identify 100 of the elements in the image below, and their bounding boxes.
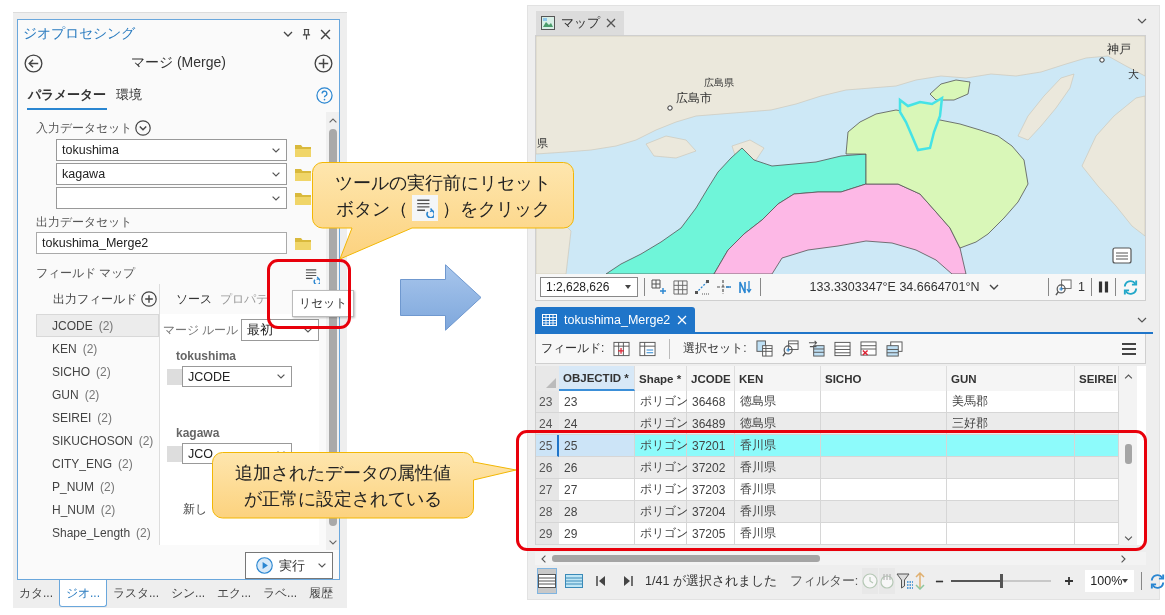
callout-text: ツールの実行前にリセット (335, 171, 551, 195)
tab[interactable]: カタ... (13, 580, 59, 607)
add-field-icon[interactable] (613, 340, 631, 357)
dataset-dropdown[interactable]: kagawa (56, 163, 287, 185)
refresh-icon[interactable] (1149, 572, 1165, 590)
close-icon[interactable] (320, 28, 331, 40)
grid-icon[interactable] (673, 279, 688, 295)
scroll-up-icon[interactable] (1123, 374, 1133, 379)
select-by-attributes-icon[interactable] (755, 340, 773, 357)
field-list-item[interactable]: SEIREI (2) (36, 406, 159, 429)
zoom-dropdown[interactable]: 100% (1085, 570, 1135, 592)
view-toggle-button[interactable] (537, 568, 557, 594)
map-label: 広島県 (704, 77, 734, 88)
pin-icon[interactable] (302, 28, 311, 40)
tab[interactable]: 環境 (115, 80, 143, 110)
table-row[interactable]: 28 28 ポリゴン 37204 香川県 (536, 501, 1119, 523)
map-label: 広島市 (676, 91, 712, 105)
tab[interactable]: ジオ... (59, 580, 108, 607)
field-list-item[interactable]: P_NUM (2) (36, 475, 159, 498)
map-tab[interactable]: マップ (536, 11, 624, 35)
field-list-item[interactable]: Shape_Length (2) (36, 521, 159, 544)
field-list-item[interactable]: GUN (2) (36, 383, 159, 406)
field-list-item[interactable]: H_NUM (2) (36, 498, 159, 521)
back-icon[interactable] (24, 53, 43, 73)
grid-add-icon[interactable] (651, 279, 667, 295)
coordinates-readout: 133.3303347°E 34.6664701°N (809, 280, 980, 294)
tab[interactable]: 履歴 (303, 580, 340, 607)
snapping-icon[interactable] (694, 279, 710, 295)
zoom-slider[interactable] (951, 574, 1052, 588)
drag-handle-icon[interactable] (167, 368, 182, 385)
scrollbar-track[interactable] (1119, 366, 1137, 545)
tab[interactable]: シン... (165, 580, 212, 607)
field-list-item[interactable]: KEN (2) (36, 337, 159, 360)
table-row[interactable]: 24 24 ポリゴン 36489 徳島県 三好郡 (536, 413, 1119, 435)
slider-thumb[interactable] (999, 574, 1003, 588)
chevron-down-icon[interactable] (283, 31, 293, 37)
tab[interactable]: パラメーター (27, 80, 107, 110)
scroll-left-icon[interactable] (541, 554, 546, 563)
output-dataset-field[interactable]: tokushima_Merge2 (36, 232, 287, 254)
table-cell: 29 (559, 523, 635, 545)
scale-dropdown[interactable]: 1:2,628,626 (540, 277, 638, 297)
table-row[interactable]: 29 29 ポリゴン 37205 香川県 (536, 523, 1119, 545)
refresh-icon[interactable] (1122, 278, 1139, 296)
scroll-right-icon[interactable] (1121, 554, 1126, 563)
scroll-down-icon[interactable] (328, 540, 337, 545)
filter-label: フィルター: (789, 572, 859, 590)
zoom-to-selection-icon[interactable] (781, 340, 799, 357)
scrollbar-track[interactable] (535, 552, 1146, 565)
chevron-down-icon[interactable] (989, 284, 1000, 290)
table-row[interactable]: 25 25 ポリゴン 37201 香川県 (536, 435, 1119, 457)
first-record-icon[interactable] (596, 576, 606, 586)
tab[interactable]: エク... (211, 580, 258, 607)
scrollbar-thumb[interactable] (552, 555, 820, 562)
add-icon[interactable] (314, 53, 333, 73)
guides-icon[interactable] (716, 279, 732, 295)
calculate-field-icon[interactable] (639, 340, 657, 357)
map-label: 神戸 (1107, 42, 1131, 56)
tab[interactable]: ソース (176, 290, 212, 308)
tab[interactable]: ラベ... (257, 580, 304, 607)
switch-selection-icon[interactable] (807, 340, 825, 357)
field-list-item[interactable]: JCODE (2) (36, 314, 159, 337)
tab[interactable]: ラスタ... (107, 580, 166, 607)
row-number: 24 (536, 413, 559, 435)
menu-icon[interactable] (1121, 341, 1137, 356)
help-icon[interactable] (316, 86, 333, 104)
close-icon[interactable] (606, 18, 616, 28)
source-field-dropdown[interactable]: JCODE (182, 366, 292, 387)
expand-icon[interactable] (135, 120, 151, 136)
north-arrow-icon[interactable] (738, 279, 754, 295)
scroll-down-icon[interactable] (1123, 536, 1133, 541)
copy-selection-icon[interactable] (885, 340, 903, 357)
table-tab[interactable]: tokushima_Merge2 (535, 307, 696, 332)
list-icon[interactable] (833, 340, 851, 357)
field-list-item[interactable]: SICHO (2) (36, 360, 159, 383)
reset-icon[interactable] (305, 267, 320, 285)
clear-selection-icon[interactable] (859, 340, 877, 357)
table-row[interactable]: 27 27 ポリゴン 37203 香川県 (536, 479, 1119, 501)
dataset-dropdown[interactable] (56, 187, 287, 209)
drag-handle-icon[interactable] (167, 445, 182, 462)
zoom-in-icon[interactable] (1064, 576, 1075, 586)
table-row[interactable]: 23 23 ポリゴン 36468 徳島県 美馬郡 (536, 391, 1119, 413)
pause-icon[interactable] (1098, 280, 1109, 294)
table-row[interactable]: 26 26 ポリゴン 37202 香川県 (536, 457, 1119, 479)
dataset-dropdown[interactable]: tokushima (56, 139, 287, 161)
callout-text: 追加されたデータの属性値が正常に設定されている (235, 462, 451, 509)
last-record-icon[interactable] (623, 576, 633, 586)
field-list-item[interactable]: SIKUCHOSON (2) (36, 429, 159, 452)
basemap-icon[interactable] (1112, 247, 1132, 264)
add-field-icon[interactable] (141, 291, 157, 307)
scrollbar-thumb[interactable] (1124, 444, 1132, 464)
chevron-down-icon[interactable] (1137, 17, 1147, 24)
source-label: kagawa (176, 425, 221, 441)
scroll-up-icon[interactable] (328, 118, 337, 123)
run-button[interactable]: 実行 (245, 552, 333, 579)
field-label: 新し (183, 501, 208, 518)
field-list-item[interactable]: CITY_ENG (2) (36, 452, 159, 475)
chevron-down-icon[interactable] (1137, 316, 1147, 323)
zoom-to-selection-icon[interactable] (1055, 278, 1073, 296)
merge-rule-dropdown[interactable]: 最初 (241, 319, 319, 341)
column-header[interactable]: OBJECTID * (559, 366, 635, 391)
